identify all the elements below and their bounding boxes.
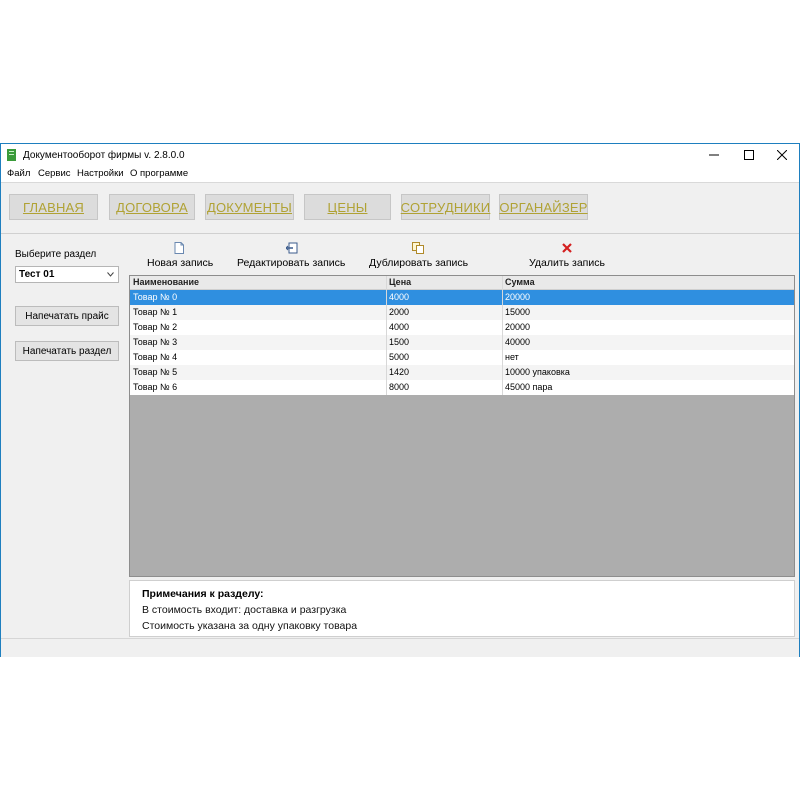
section-label: Выберите раздел (15, 249, 97, 260)
table-row[interactable]: Товар № 2 4000 20000 (130, 320, 794, 335)
cell-name: Товар № 3 (133, 337, 178, 347)
app-icon (7, 149, 16, 161)
cell-sum: 20000 (505, 292, 531, 302)
edit-record-label: Редактировать запись (237, 257, 346, 269)
cell-name: Товар № 0 (133, 292, 178, 302)
cell-price: 4000 (389, 322, 410, 332)
table-row[interactable]: Товар № 0 4000 20000 (130, 290, 794, 305)
column-divider (386, 276, 387, 395)
nav-main-button[interactable]: ГЛАВНАЯ (9, 194, 98, 220)
duplicate-record-label: Дублировать запись (369, 257, 469, 269)
nav-documents-button[interactable]: ДОКУМЕНТЫ (205, 194, 294, 220)
cell-price: 5000 (389, 352, 410, 362)
duplicate-record-button[interactable]: Дублировать запись (363, 239, 475, 275)
nav-bar: ГЛАВНАЯ ДОГОВОРА ДОКУМЕНТЫ ЦЕНЫ СОТРУДНИ… (1, 182, 799, 234)
nav-prices-button[interactable]: ЦЕНЫ (304, 194, 391, 220)
column-header-sum[interactable]: Сумма (505, 277, 535, 287)
cell-price: 4000 (389, 292, 410, 302)
section-select[interactable]: Тест 01 (15, 266, 119, 283)
nav-organizer-button[interactable]: ОРГАНАЙЗЕР (499, 194, 588, 220)
cell-name: Товар № 1 (133, 307, 178, 317)
notes-line: В стоимость входит: доставка и разгрузка (142, 604, 347, 616)
print-price-button[interactable]: Напечатать прайс (15, 306, 119, 326)
cell-name: Товар № 4 (133, 352, 178, 362)
cell-price: 1500 (389, 337, 410, 347)
status-bar (1, 638, 799, 657)
nav-employees-button[interactable]: СОТРУДНИКИ (401, 194, 490, 220)
cell-sum: 40000 (505, 337, 531, 347)
maximize-icon (744, 150, 754, 160)
cell-price: 8000 (389, 382, 410, 392)
close-button[interactable] (765, 144, 799, 166)
new-record-label: Новая запись (147, 257, 214, 269)
cell-name: Товар № 5 (133, 367, 178, 377)
table-row[interactable]: Товар № 1 2000 15000 (130, 305, 794, 320)
minimize-icon (709, 154, 719, 156)
cell-sum: 10000 упаковка (505, 367, 570, 377)
notes-line: Стоимость указана за одну упаковку товар… (142, 620, 358, 632)
nav-contracts-button[interactable]: ДОГОВОРА (109, 194, 195, 220)
duplicate-icon (412, 242, 424, 254)
table-row[interactable]: Товар № 4 5000 нет (130, 350, 794, 365)
maximize-button[interactable] (732, 144, 766, 166)
delete-record-label: Удалить запись (529, 257, 605, 269)
new-record-button[interactable]: Новая запись (129, 239, 229, 275)
table-row[interactable]: Товар № 6 8000 45000 пара (130, 380, 794, 395)
menu-service[interactable]: Сервис (38, 168, 71, 179)
table-header: Наименование Цена Сумма (130, 276, 794, 290)
column-header-name[interactable]: Наименование (133, 277, 199, 287)
print-section-button[interactable]: Напечатать раздел (15, 341, 119, 361)
column-divider (502, 276, 503, 395)
edit-record-button[interactable]: Редактировать запись (233, 239, 353, 275)
menu-about[interactable]: О программе (130, 168, 188, 179)
section-notes: Примечания к разделу: В стоимость входит… (129, 580, 795, 637)
delete-icon (562, 243, 572, 253)
title-bar: Документооборот фирмы v. 2.8.0.0 (1, 144, 799, 166)
window-title: Документооборот фирмы v. 2.8.0.0 (23, 150, 185, 161)
app-window: Документооборот фирмы v. 2.8.0.0 Файл Се… (0, 143, 800, 657)
cell-price: 1420 (389, 367, 410, 377)
cell-sum: 15000 (505, 307, 531, 317)
price-table[interactable]: Наименование Цена Сумма Товар № 0 4000 2… (129, 275, 795, 577)
cell-sum: нет (505, 352, 519, 362)
menu-file[interactable]: Файл (7, 168, 30, 179)
minimize-button[interactable] (697, 144, 731, 166)
close-icon (777, 150, 787, 160)
cell-sum: 20000 (505, 322, 531, 332)
cell-name: Товар № 2 (133, 322, 178, 332)
chevron-down-icon (107, 272, 114, 277)
column-header-price[interactable]: Цена (389, 277, 411, 287)
table-row[interactable]: Товар № 5 1420 10000 упаковка (130, 365, 794, 380)
section-select-value: Тест 01 (19, 269, 55, 280)
edit-record-icon (286, 242, 298, 254)
new-document-icon (174, 242, 184, 254)
cell-price: 2000 (389, 307, 410, 317)
menu-bar: Файл Сервис Настройки О программе (1, 166, 799, 182)
records-toolbar: Новая запись Редактировать запись Дублир… (129, 239, 795, 275)
menu-settings[interactable]: Настройки (77, 168, 124, 179)
left-panel: Выберите раздел Тест 01 Напечатать прайс… (1, 233, 127, 638)
notes-title: Примечания к разделу: (142, 588, 264, 600)
cell-name: Товар № 6 (133, 382, 178, 392)
delete-record-button[interactable]: Удалить запись (521, 239, 621, 275)
cell-sum: 45000 пара (505, 382, 553, 392)
table-row[interactable]: Товар № 3 1500 40000 (130, 335, 794, 350)
